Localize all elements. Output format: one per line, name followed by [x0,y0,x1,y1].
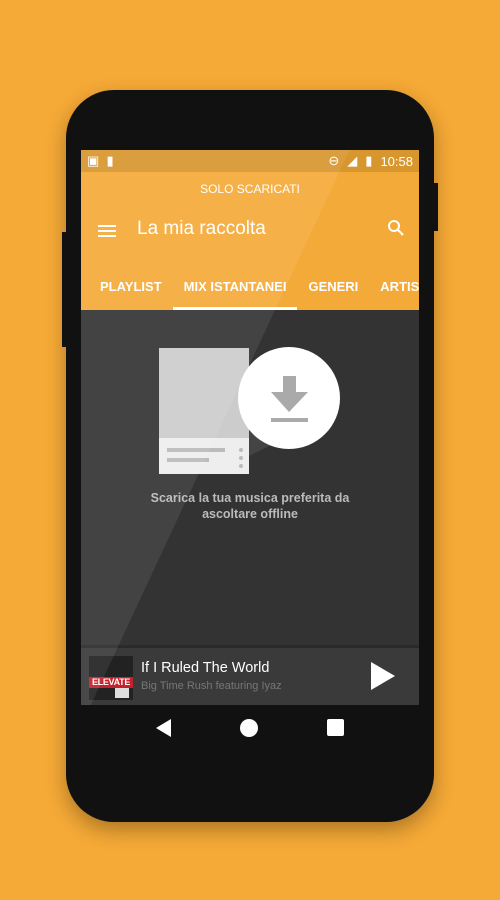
downloaded-only-label[interactable]: SOLO SCARICATI [81,182,419,196]
download-illustration [159,347,340,474]
power-button [433,183,438,231]
volume-button [62,232,67,347]
navigation-bar [81,705,419,750]
search-icon[interactable] [387,219,405,237]
tab-playlist[interactable]: PLAYLIST [81,270,173,310]
tab-bar: PLAYLIST MIX ISTANTANEI GENERI ARTISTI [81,270,419,310]
message-line-1: Scarica la tua musica preferita da [150,491,350,505]
song-artist: Big Time Rush featuring Iyaz [141,680,282,692]
signal-icon: ◢ [347,153,358,168]
play-icon[interactable] [371,662,395,690]
clock: 10:58 [380,153,413,169]
tab-mix-istantanei[interactable]: MIX ISTANTANEI [172,270,298,310]
empty-state-message: Scarica la tua musica preferita da ascol… [81,490,419,522]
song-title: If I Ruled The World [141,660,270,676]
cup-icon: ▮ [106,153,114,168]
recents-icon[interactable] [327,719,345,736]
screen: ▣ ▮ ⊖ ◢ ▮ 10:58 SOLO SCARICATI La mia ra… [81,150,419,705]
status-bar: ▣ ▮ ⊖ ◢ ▮ 10:58 [81,150,419,172]
battery-charging-icon: ▮ [365,153,373,168]
toolbar: SOLO SCARICATI La mia raccolta PLAYLIST … [81,172,419,310]
menu-icon[interactable] [98,222,116,240]
do-not-disturb-icon: ⊖ [328,153,340,168]
now-playing-bar[interactable]: ELEVATE If I Ruled The World Big Time Ru… [81,645,419,705]
tab-artisti[interactable]: ARTISTI [369,270,419,310]
back-icon[interactable] [155,718,171,737]
image-icon: ▣ [87,153,100,168]
page-title: La mia raccolta [137,218,266,239]
album-art-text: ELEVATE [89,677,133,688]
home-icon[interactable] [239,718,258,737]
tab-generi[interactable]: GENERI [297,270,369,310]
album-art: ELEVATE [89,656,133,700]
message-line-2: ascoltare offline [202,507,298,521]
